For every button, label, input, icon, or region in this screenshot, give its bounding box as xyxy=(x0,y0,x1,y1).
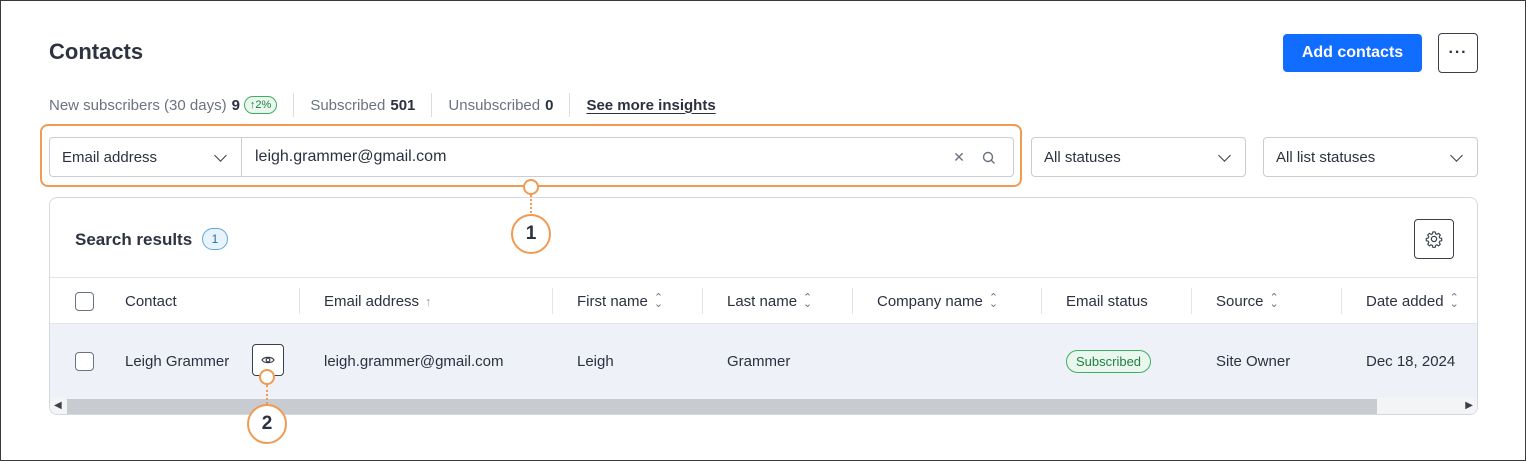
col-source[interactable]: Source ⌃ ⌄ xyxy=(1216,278,1279,324)
sort-icon: ⌃ ⌄ xyxy=(1449,292,1459,310)
cell-contact[interactable]: Leigh Grammer xyxy=(125,324,229,398)
cell-email: leigh.grammer@gmail.com xyxy=(324,352,504,370)
list-status-filter-value: All list statuses xyxy=(1276,148,1376,166)
callout-connector xyxy=(530,195,532,213)
app-window: Contacts Add contacts ··· New subscriber… xyxy=(0,0,1526,461)
column-label: Contact xyxy=(125,292,177,310)
cell-source: Site Owner xyxy=(1216,352,1291,370)
results-header: Search results 1 xyxy=(50,198,1477,278)
callout-anchor-dot xyxy=(523,179,539,195)
sort-icon: ⌃ ⌄ xyxy=(1269,292,1279,310)
chevron-down-icon xyxy=(1218,149,1231,162)
callout-connector xyxy=(266,385,268,404)
stat-subscribed: Subscribed 501 xyxy=(310,93,433,117)
sort-icon: ⌃ ⌄ xyxy=(988,292,999,310)
column-label: Last name xyxy=(727,292,798,310)
select-all-checkbox[interactable] xyxy=(75,292,94,311)
status-filter-value: All statuses xyxy=(1044,148,1121,166)
column-label: Date added xyxy=(1366,292,1444,310)
page-title: Contacts xyxy=(49,39,144,64)
stat-label: New subscribers (30 days) xyxy=(49,96,227,114)
col-company-name[interactable]: Company name ⌃ ⌄ xyxy=(877,278,998,324)
column-label: Email status xyxy=(1066,292,1148,310)
chevron-down-icon xyxy=(1450,149,1463,162)
sort-icon: ⌃ ⌄ xyxy=(803,292,813,310)
chevron-down-icon xyxy=(214,149,227,162)
clear-icon[interactable]: ✕ xyxy=(952,150,966,164)
cell-last-name: Grammer xyxy=(727,352,791,370)
table-row[interactable]: Leigh Grammer leigh.grammer@gmail.com Le… xyxy=(50,324,1477,398)
add-contacts-button[interactable]: Add contacts xyxy=(1283,34,1422,72)
more-actions-button[interactable]: ··· xyxy=(1438,33,1478,73)
status-filter-dropdown[interactable]: All statuses xyxy=(1031,137,1246,177)
col-date-added[interactable]: Date added ⌃ ⌄ xyxy=(1366,278,1459,324)
callout-anchor-dot xyxy=(259,369,275,385)
results-title: Search results xyxy=(75,230,193,249)
search-type-dropdown[interactable]: Email address xyxy=(49,137,242,177)
list-status-filter-dropdown[interactable]: All list statuses xyxy=(1263,137,1478,177)
stat-label: Unsubscribed xyxy=(448,96,541,114)
scroll-left-icon[interactable]: ◀ xyxy=(54,400,62,411)
col-last-name[interactable]: Last name ⌃ ⌄ xyxy=(727,278,812,324)
row-checkbox[interactable] xyxy=(75,352,94,371)
col-contact[interactable]: Contact xyxy=(125,278,177,324)
sort-ascending-icon: ↑ xyxy=(425,293,432,309)
stat-label: Subscribed xyxy=(310,96,386,114)
scroll-right-icon[interactable]: ▶ xyxy=(1465,400,1473,411)
table-settings-button[interactable] xyxy=(1414,219,1454,259)
column-label: Email address xyxy=(324,292,420,310)
table-header: Contact Email address ↑ First name ⌃ ⌄ La… xyxy=(50,278,1477,324)
search-field[interactable]: ✕ xyxy=(241,137,1014,177)
stats-bar: New subscribers (30 days) 9 ↑2% Subscrib… xyxy=(49,93,716,117)
search-type-value: Email address xyxy=(62,148,158,166)
status-badge: Subscribed xyxy=(1066,349,1152,373)
stat-value: 501 xyxy=(390,96,416,114)
cell-email-status: Subscribed xyxy=(1066,324,1152,398)
cell-date-added: Dec 18, 2024 xyxy=(1366,352,1456,370)
trend-badge: ↑2% xyxy=(243,96,278,114)
cell-first-name: Leigh xyxy=(577,352,614,370)
search-icon[interactable] xyxy=(981,150,997,166)
see-more-insights-link[interactable]: See more insights xyxy=(586,97,715,114)
column-label: Company name xyxy=(877,292,983,310)
results-count-badge: 1 xyxy=(202,228,228,250)
callout-marker-2: 2 xyxy=(247,404,287,444)
col-email-address[interactable]: Email address ↑ xyxy=(324,278,432,324)
eye-icon xyxy=(261,356,275,364)
callout-marker-1: 1 xyxy=(511,214,551,254)
search-input[interactable] xyxy=(255,148,935,166)
stat-unsubscribed: Unsubscribed 0 xyxy=(448,93,571,117)
column-label: Source xyxy=(1216,292,1264,310)
column-label: First name xyxy=(577,292,648,310)
stat-value: 0 xyxy=(545,96,554,114)
gear-icon xyxy=(1425,231,1443,248)
col-email-status: Email status xyxy=(1066,278,1148,324)
col-first-name[interactable]: First name ⌃ ⌄ xyxy=(577,278,663,324)
stat-new-subscribers: New subscribers (30 days) 9 ↑2% xyxy=(49,93,295,117)
sort-icon: ⌃ ⌄ xyxy=(653,292,664,310)
stat-value: 9 xyxy=(231,96,240,114)
